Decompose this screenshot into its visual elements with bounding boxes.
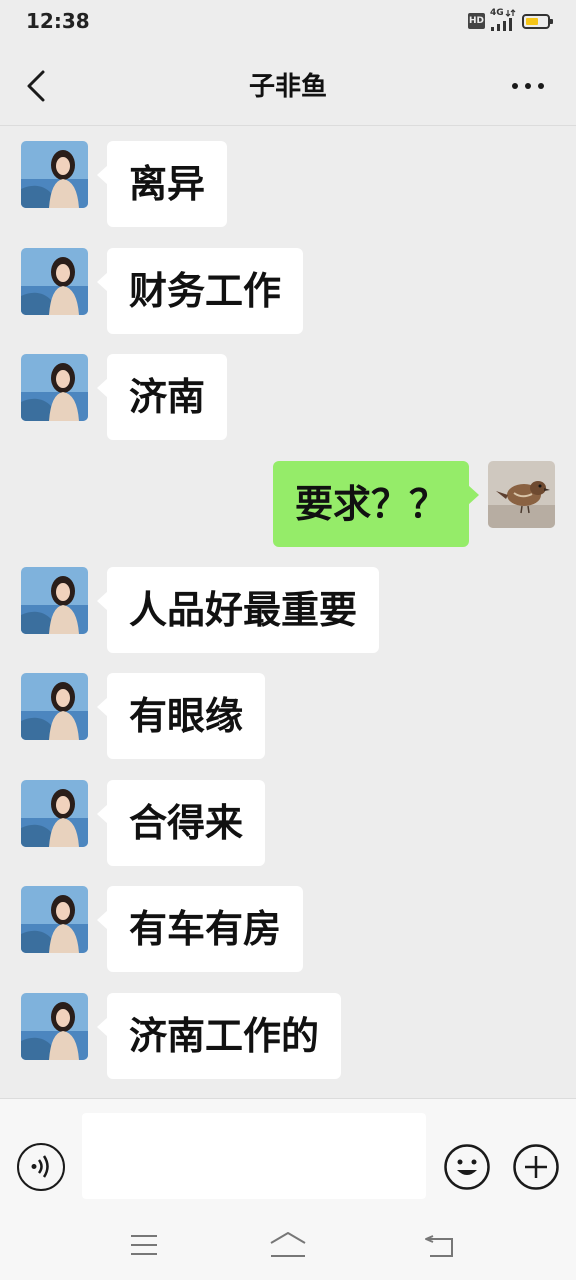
user-avatar[interactable]: [488, 461, 555, 528]
contact-avatar[interactable]: [21, 886, 88, 953]
message-row: 要求？？: [0, 461, 576, 547]
message-row: 济南工作的: [0, 993, 576, 1079]
home-icon: [270, 1232, 306, 1257]
chat-title: 子非鱼: [248, 72, 327, 102]
more-dots-icon: [512, 83, 544, 89]
chat-header: 子非鱼: [0, 44, 576, 126]
contact-avatar[interactable]: [21, 993, 88, 1060]
contact-avatar[interactable]: [21, 567, 88, 634]
menu-icon: [131, 1235, 157, 1255]
message-row: 财务工作: [0, 248, 576, 334]
signal-4g-icon: 4G: [490, 8, 518, 34]
message-bubble[interactable]: 有眼缘: [96, 673, 266, 759]
system-nav-bar: [0, 1206, 576, 1280]
message-row: 有车有房: [0, 886, 576, 972]
input-bar: [0, 1098, 576, 1206]
message-bubble[interactable]: 人品好最重要: [96, 567, 380, 653]
voice-icon: [31, 1155, 49, 1178]
nav-home-button[interactable]: [268, 1230, 308, 1260]
voice-button[interactable]: [17, 1143, 65, 1191]
add-icon: [513, 1144, 559, 1190]
contact-avatar[interactable]: [21, 780, 88, 847]
emoji-button[interactable]: [443, 1143, 491, 1191]
message-row: 济南: [0, 354, 576, 440]
contact-avatar[interactable]: [21, 673, 88, 740]
message-bubble[interactable]: 济南工作的: [96, 993, 342, 1079]
message-input[interactable]: [82, 1113, 426, 1199]
message-bubble[interactable]: 财务工作: [96, 248, 304, 334]
nav-back-button[interactable]: [422, 1230, 456, 1260]
message-row: 合得来: [0, 780, 576, 866]
battery-icon: [522, 14, 553, 29]
add-button[interactable]: [512, 1143, 560, 1191]
status-time: 12:38: [26, 9, 90, 33]
more-button[interactable]: [506, 72, 550, 100]
message-row: 离异: [0, 141, 576, 227]
contact-avatar[interactable]: [21, 354, 88, 421]
message-bubble[interactable]: 有车有房: [96, 886, 304, 972]
contact-avatar[interactable]: [21, 248, 88, 315]
message-row: 有眼缘: [0, 673, 576, 759]
hd-icon: HD: [468, 13, 485, 29]
emoji-icon: [444, 1144, 490, 1190]
message-bubble[interactable]: 离异: [96, 141, 228, 227]
message-bubble[interactable]: 合得来: [96, 780, 266, 866]
back-icon: [425, 1235, 453, 1257]
message-bubble[interactable]: 济南: [96, 354, 228, 440]
nav-menu-button[interactable]: [128, 1232, 160, 1258]
message-row: 人品好最重要: [0, 567, 576, 653]
message-bubble[interactable]: 要求？？: [272, 461, 480, 547]
contact-avatar[interactable]: [21, 141, 88, 208]
status-bar: 12:38 HD 4G: [0, 0, 576, 44]
